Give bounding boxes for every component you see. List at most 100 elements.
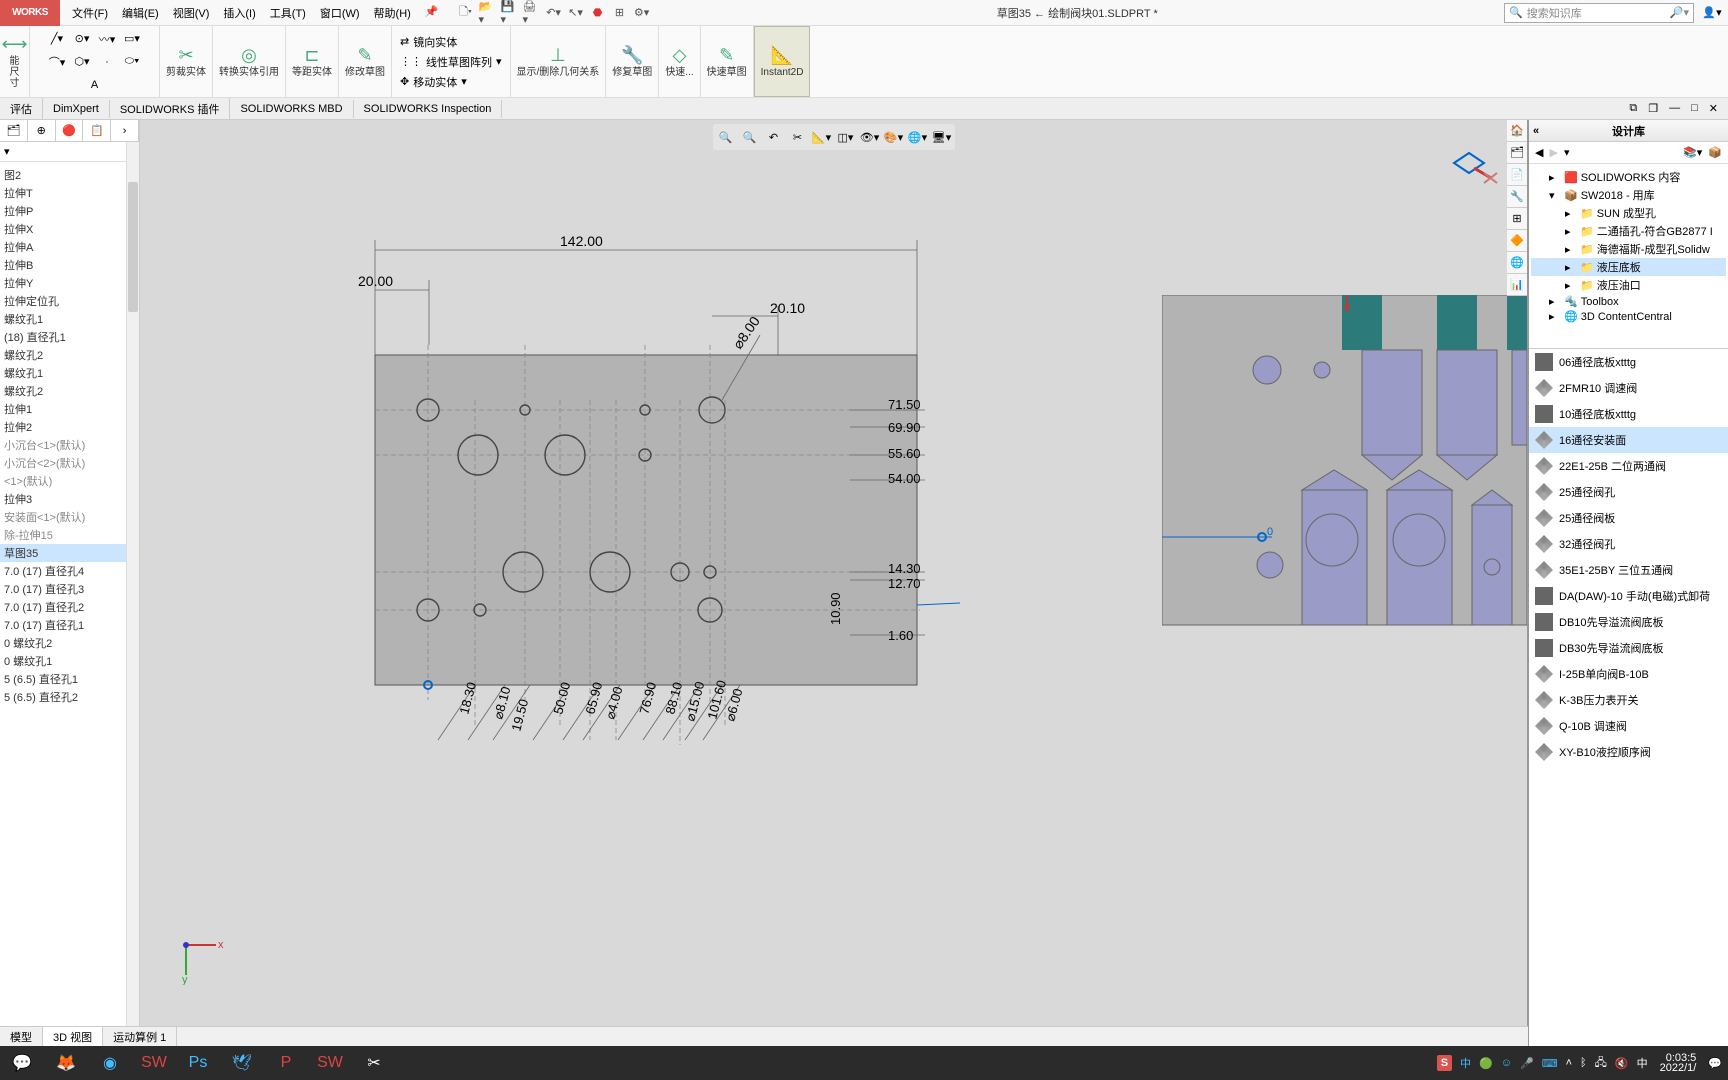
lib-tree-item[interactable]: ▸🌐3D ContentCentral — [1531, 309, 1726, 324]
relations-button[interactable]: ⊥显示/删除几何关系 — [511, 26, 607, 97]
tray-kb-icon[interactable]: ⌨ — [1542, 1057, 1558, 1070]
lib-part-item[interactable]: 32通径阀孔 — [1529, 531, 1728, 557]
appearance-icon[interactable]: 🎨▾ — [884, 127, 904, 147]
side-tab[interactable]: 📄 — [1507, 164, 1527, 186]
ft-item[interactable]: 拉伸T — [0, 184, 139, 202]
tab-addins[interactable]: SOLIDWORKS 插件 — [110, 98, 231, 120]
ft-filter[interactable]: ▾ — [0, 142, 139, 162]
settings-icon[interactable]: ⚙▾ — [633, 4, 651, 22]
menu-tools[interactable]: 工具(T) — [266, 1, 310, 25]
tray-bt-icon[interactable]: ᛒ — [1580, 1057, 1587, 1069]
ft-item[interactable]: 7.0 (17) 直径孔4 — [0, 562, 139, 580]
ft-item[interactable]: 拉伸A — [0, 238, 139, 256]
ft-item[interactable]: 图2 — [0, 166, 139, 184]
tray-net-icon[interactable]: 🖧 — [1595, 1054, 1607, 1073]
pin-icon[interactable]: 📌 — [421, 1, 443, 25]
select-icon[interactable]: ↖▾ — [567, 4, 585, 22]
ft-item[interactable]: 螺纹孔1 — [0, 310, 139, 328]
menu-view[interactable]: 视图(V) — [169, 1, 214, 25]
taskbar-app1[interactable]: ◉ — [88, 1046, 132, 1080]
fwd-icon[interactable]: ▶ — [1549, 146, 1557, 159]
ft-tab-config[interactable]: ⊕ — [28, 120, 56, 141]
ft-item[interactable]: 螺纹孔2 — [0, 346, 139, 364]
window-cascade-icon[interactable]: ❐ — [1644, 100, 1662, 117]
lib-part-item[interactable]: 06通径底板xtttg — [1529, 349, 1728, 375]
render-icon[interactable]: 🖥▾ — [932, 127, 952, 147]
ft-tab-more[interactable]: › — [111, 120, 139, 141]
user-icon[interactable]: 👤▾ — [1702, 6, 1722, 19]
ft-item[interactable]: 除-拉伸15 — [0, 526, 139, 544]
ft-tab-dim[interactable]: 📋 — [83, 120, 111, 141]
lib-part-item[interactable]: DB30先导溢流阀底板 — [1529, 635, 1728, 661]
lib-tree-item[interactable]: ▸📁液压底板 — [1531, 258, 1726, 276]
menu-insert[interactable]: 插入(I) — [219, 1, 259, 25]
lib-part-item[interactable]: 35E1-25BY 三位五通阀 — [1529, 557, 1728, 583]
side-tab[interactable]: 🗂 — [1507, 142, 1527, 164]
scene-icon[interactable]: 🌐▾ — [908, 127, 928, 147]
tab-inspection[interactable]: SOLIDWORKS Inspection — [354, 100, 503, 118]
ft-item[interactable]: 5 (6.5) 直径孔2 — [0, 688, 139, 706]
lib-part-item[interactable]: 16通径安装面 — [1529, 427, 1728, 453]
zoom-fit-icon[interactable]: 🔍 — [716, 127, 736, 147]
ft-item[interactable]: <1>(默认) — [0, 472, 139, 490]
arc-icon[interactable]: ⌒▾ — [46, 52, 68, 72]
ft-item[interactable]: 拉伸定位孔 — [0, 292, 139, 310]
spline-icon[interactable]: 〰▾ — [96, 29, 118, 49]
ft-item[interactable]: 7.0 (17) 直径孔3 — [0, 580, 139, 598]
offset-button[interactable]: ⊏等距实体 — [286, 26, 339, 97]
circle-icon[interactable]: ⊙▾ — [71, 29, 93, 49]
trim-button[interactable]: ✂剪裁实体 — [160, 26, 213, 97]
ft-item[interactable]: 拉伸B — [0, 256, 139, 274]
tray-vol-icon[interactable]: 🔇 — [1615, 1057, 1629, 1070]
point-icon[interactable]: · — [96, 52, 118, 72]
search-input[interactable]: 🔍 搜索知识库 🔎▾ — [1504, 3, 1694, 23]
line-icon[interactable]: ╱▾ — [46, 29, 68, 49]
taskbar-app2[interactable]: 🕊 — [220, 1046, 264, 1080]
hide-show-icon[interactable]: 👁▾ — [860, 127, 880, 147]
menu-edit[interactable]: 编辑(E) — [118, 1, 163, 25]
close-icon[interactable]: ✕ — [1705, 100, 1722, 117]
lib-part-item[interactable]: I-25B单向阀B-10B — [1529, 661, 1728, 687]
side-tab[interactable]: ⊞ — [1507, 208, 1527, 230]
lib-add-icon[interactable]: 📦 — [1708, 146, 1722, 159]
ft-item[interactable]: 螺纹孔1 — [0, 364, 139, 382]
prev-view-icon[interactable]: ↶ — [764, 127, 784, 147]
print-icon[interactable]: 🖨▾ — [523, 4, 541, 22]
tab-mbd[interactable]: SOLIDWORKS MBD — [230, 100, 353, 118]
lang-indicator[interactable]: 中 — [1460, 1055, 1471, 1071]
side-tab[interactable]: 🔶 — [1507, 230, 1527, 252]
mirror-button[interactable]: ⇄镜向实体 — [400, 34, 457, 50]
ft-item[interactable]: 7.0 (17) 直径孔1 — [0, 616, 139, 634]
lib-part-item[interactable]: K-3B压力表开关 — [1529, 687, 1728, 713]
scrollbar-thumb[interactable] — [128, 182, 138, 312]
poly-icon[interactable]: ⬡▾ — [71, 52, 93, 72]
lib-part-item[interactable]: XY-B10液控顺序阀 — [1529, 739, 1728, 765]
ft-item[interactable]: 5 (6.5) 直径孔1 — [0, 670, 139, 688]
ft-item[interactable]: 7.0 (17) 直径孔2 — [0, 598, 139, 616]
lib-tree-item[interactable]: ▸📁SUN 成型孔 — [1531, 204, 1726, 222]
smart-dimension-button[interactable]: ⟷ 能尺寸 — [0, 26, 30, 97]
options-icon[interactable]: ⊞ — [611, 4, 629, 22]
tab-3dview[interactable]: 3D 视图 — [43, 1027, 103, 1046]
chevron-down-icon[interactable]: ▾ — [461, 75, 467, 88]
lib-tree-item[interactable]: ▸📁液压油口 — [1531, 276, 1726, 294]
lib-part-item[interactable]: 10通径底板xtttg — [1529, 401, 1728, 427]
search-go-icon[interactable]: 🔎▾ — [1670, 6, 1689, 19]
taskbar-capcut[interactable]: ✂ — [352, 1046, 396, 1080]
lib-part-item[interactable]: 25通径阀板 — [1529, 505, 1728, 531]
graphics-viewport[interactable]: 🔍 🔍 ↶ ✂ 📐▾ ◫▾ 👁▾ 🎨▾ 🌐▾ 🖥▾ — [140, 120, 1528, 1046]
slot-icon[interactable]: ⬭▾ — [121, 52, 143, 72]
lib-tree-item[interactable]: ▸🔩Toolbox — [1531, 294, 1726, 309]
taskbar-clock[interactable]: 0:03:52022/1/ — [1656, 1051, 1701, 1075]
tray-up-icon[interactable]: ˄ — [1566, 1057, 1572, 1069]
tab-dimxpert[interactable]: DimXpert — [43, 100, 110, 118]
ft-item[interactable]: 螺纹孔2 — [0, 382, 139, 400]
save-icon[interactable]: 💾▾ — [501, 4, 519, 22]
side-tab[interactable]: 🌐 — [1507, 252, 1527, 274]
section-icon[interactable]: ✂ — [788, 127, 808, 147]
chevron-down-icon[interactable]: ▾ — [496, 55, 502, 68]
quick-sketch-button[interactable]: ✎快速草图 — [701, 26, 754, 97]
taskbar-ps[interactable]: Ps — [176, 1046, 220, 1080]
ft-item[interactable]: 安装面<1>(默认) — [0, 508, 139, 526]
ft-item[interactable]: 拉伸X — [0, 220, 139, 238]
